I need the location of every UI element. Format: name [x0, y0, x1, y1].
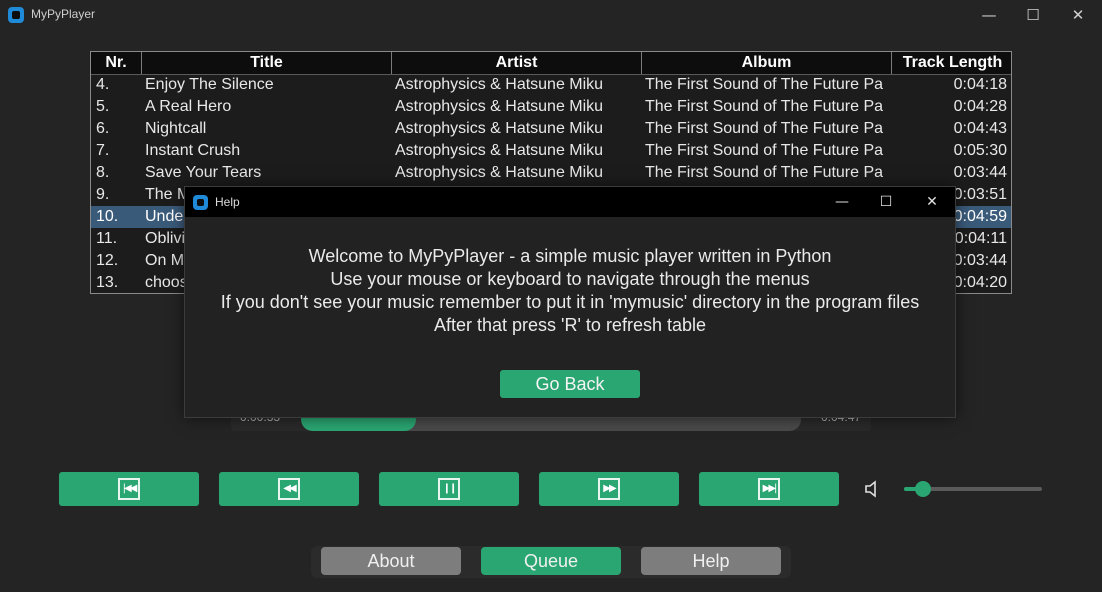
minimize-button[interactable]: — [966, 0, 1012, 30]
column-header-track-length[interactable]: Track Length [892, 52, 1011, 74]
cell-title: Save Your Tears [145, 164, 262, 181]
skip-forward-icon: ▶▶| [758, 478, 780, 500]
table-row[interactable]: 5. A Real Hero Astrophysics & Hatsune Miku… [91, 96, 1011, 118]
cell-nr: 6. [96, 120, 110, 137]
window-title: MyPyPlayer [31, 7, 96, 21]
rewind-button[interactable]: ◀◀ [219, 472, 359, 506]
help-line: Welcome to MyPyPlayer - a simple music p… [308, 246, 832, 266]
help-line: Use your mouse or keyboard to navigate t… [330, 269, 810, 289]
dialog-maximize-button[interactable]: ☐ [863, 187, 909, 217]
close-button[interactable]: ✕ [1055, 0, 1101, 30]
help-dialog-title: Help [215, 195, 240, 209]
dialog-minimize-button[interactable]: — [819, 187, 865, 217]
cell-album: The First Sound of The Future Pa [645, 142, 884, 159]
column-header-album[interactable]: Album [642, 52, 892, 74]
volume-knob[interactable] [915, 481, 932, 497]
app-logo-icon [8, 7, 24, 23]
cell-title: Instant Crush [145, 142, 241, 159]
fast-forward-icon: ▶▶ [598, 478, 620, 500]
queue-button[interactable]: Queue [481, 547, 621, 575]
help-line: After that press 'R' to refresh table [434, 315, 706, 335]
help-line: If you don't see your music remember to … [220, 292, 920, 312]
volume-slider[interactable] [904, 481, 1042, 497]
rewind-icon: ◀◀ [278, 478, 300, 500]
cell-nr: 11. [96, 230, 118, 247]
cell-title: A Real Hero [145, 98, 232, 115]
cell-artist: Astrophysics & Hatsune Miku [395, 98, 604, 115]
table-row[interactable]: 4. Enjoy The Silence Astrophysics & Hatsun… [91, 74, 1011, 96]
skip-back-icon: |◀◀ [118, 478, 140, 500]
cell-nr: 8. [96, 164, 110, 181]
dialog-logo-icon [193, 195, 208, 210]
cell-track-length: 0:04:18 [953, 76, 1007, 93]
about-button[interactable]: About [321, 547, 461, 575]
window-titlebar: MyPyPlayer — ☐ ✕ [0, 0, 1102, 30]
speaker-icon[interactable] [864, 480, 880, 498]
cell-artist: Astrophysics & Hatsune Miku [395, 76, 604, 93]
cell-album: The First Sound of The Future Pa [645, 120, 884, 137]
cell-album: The First Sound of The Future Pa [645, 76, 884, 93]
table-header: Nr. Title Artist Album Track Length [91, 52, 1011, 75]
help-button[interactable]: Help [641, 547, 781, 575]
cell-track-length: 0:05:30 [953, 142, 1007, 159]
skip-forward-button[interactable]: ▶▶| [699, 472, 839, 506]
pause-icon: ❙❙ [438, 478, 460, 500]
maximize-button[interactable]: ☐ [1010, 0, 1056, 30]
table-row[interactable]: 7. Instant Crush Astrophysics & Hatsune Mi… [91, 140, 1011, 162]
column-header-nr[interactable]: Nr. [91, 52, 142, 74]
help-dialog: Help — ☐ ✕ Welcome to MyPyPlayer - a sim… [184, 186, 956, 418]
cell-title: Enjoy The Silence [145, 76, 274, 93]
skip-back-button[interactable]: |◀◀ [59, 472, 199, 506]
cell-nr: 4. [96, 76, 110, 93]
column-header-artist[interactable]: Artist [392, 52, 642, 74]
cell-track-length: 0:04:43 [953, 120, 1007, 137]
dialog-close-button[interactable]: ✕ [909, 187, 955, 217]
cell-track-length: 0:04:28 [953, 98, 1007, 115]
cell-album: The First Sound of The Future Pa [645, 98, 884, 115]
cell-nr: 9. [96, 186, 110, 203]
pause-button[interactable]: ❙❙ [379, 472, 519, 506]
cell-track-length: 0:03:44 [953, 164, 1007, 181]
column-header-title[interactable]: Title [142, 52, 392, 74]
cell-nr: 7. [96, 142, 110, 159]
cell-nr: 13. [96, 274, 119, 291]
table-row[interactable]: 8. Save Your Tears Astrophysics & Hatsune … [91, 162, 1011, 184]
help-message: Welcome to MyPyPlayer - a simple music p… [185, 245, 955, 337]
cell-nr: 10. [96, 208, 119, 225]
go-back-button[interactable]: Go Back [500, 370, 640, 398]
cell-nr: 5. [96, 98, 110, 115]
help-dialog-titlebar: Help — ☐ ✕ [185, 187, 955, 217]
fast-forward-button[interactable]: ▶▶ [539, 472, 679, 506]
cell-title: Nightcall [145, 120, 207, 137]
table-row[interactable]: 6. Nightcall Astrophysics & Hatsune Miku Th… [91, 118, 1011, 140]
cell-artist: Astrophysics & Hatsune Miku [395, 120, 604, 137]
cell-artist: Astrophysics & Hatsune Miku [395, 164, 604, 181]
cell-nr: 12. [96, 252, 119, 269]
cell-album: The First Sound of The Future Pa [645, 164, 884, 181]
cell-artist: Astrophysics & Hatsune Miku [395, 142, 604, 159]
